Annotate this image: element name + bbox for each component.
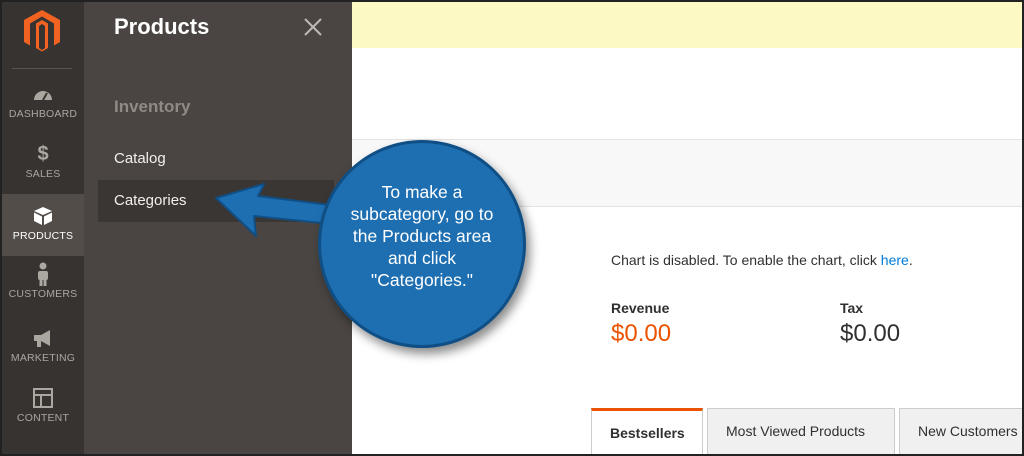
dashboard-gauge-icon bbox=[34, 91, 52, 101]
flyout-title: Products bbox=[114, 14, 210, 39]
nav-label-dashboard: DASHBOARD bbox=[8, 108, 78, 120]
nav-label-sales: SALES bbox=[25, 168, 61, 180]
revenue-value: $0.00 bbox=[611, 320, 672, 347]
nav-label-content: CONTENT bbox=[16, 412, 70, 424]
callout-text: To make a subcategory, go to the Product… bbox=[321, 181, 523, 291]
chart-message-text: Chart is disabled. To enable the chart, … bbox=[611, 252, 881, 268]
callout-line: "Categories." bbox=[371, 270, 473, 290]
revenue-label: Revenue bbox=[611, 300, 670, 316]
logo-divider bbox=[12, 68, 72, 69]
nav-item-customers[interactable]: CUSTOMERS bbox=[2, 262, 84, 324]
tax-label: Tax bbox=[840, 300, 864, 316]
admin-sidebar: DASHBOARD $ SALES PRODUCTS CUSTOMERS MAR… bbox=[2, 2, 84, 454]
chart-message-end: . bbox=[908, 252, 913, 268]
tax-value: $0.00 bbox=[840, 320, 901, 347]
nav-label-customers: CUSTOMERS bbox=[8, 288, 78, 300]
flyout-link-catalog[interactable]: Catalog bbox=[98, 138, 334, 180]
nav-item-dashboard[interactable]: DASHBOARD bbox=[2, 82, 84, 144]
tab-new-customers[interactable]: New Customers bbox=[899, 408, 1022, 454]
nav-label-marketing: MARKETING bbox=[10, 352, 76, 364]
flyout-section-inventory: Inventory bbox=[114, 97, 191, 116]
person-icon bbox=[38, 262, 48, 286]
layout-icon bbox=[33, 388, 53, 408]
nav-item-products[interactable]: PRODUCTS bbox=[2, 194, 84, 256]
callout-line: and click bbox=[387, 248, 457, 268]
callout-line: subcategory, go to bbox=[350, 204, 494, 224]
nav-item-marketing[interactable]: MARKETING bbox=[2, 326, 84, 388]
chart-disabled-message: Chart is disabled. To enable the chart, … bbox=[611, 252, 913, 268]
system-notice-bar bbox=[352, 2, 1022, 48]
dollar-icon: $ bbox=[37, 143, 49, 165]
callout-line: To make a bbox=[381, 182, 463, 202]
nav-label-products: PRODUCTS bbox=[12, 230, 74, 242]
nav-item-content[interactable]: CONTENT bbox=[2, 386, 84, 448]
callout-line: the Products area bbox=[352, 226, 492, 246]
enable-chart-link[interactable]: here bbox=[881, 252, 909, 268]
instruction-callout: To make a subcategory, go to the Product… bbox=[318, 140, 526, 348]
box-icon bbox=[34, 207, 52, 225]
tab-most-viewed-products[interactable]: Most Viewed Products bbox=[707, 408, 895, 454]
megaphone-icon bbox=[34, 330, 50, 347]
tab-bestsellers[interactable]: Bestsellers bbox=[591, 408, 703, 454]
close-icon[interactable] bbox=[302, 16, 324, 38]
magento-logo-icon[interactable] bbox=[22, 8, 62, 52]
